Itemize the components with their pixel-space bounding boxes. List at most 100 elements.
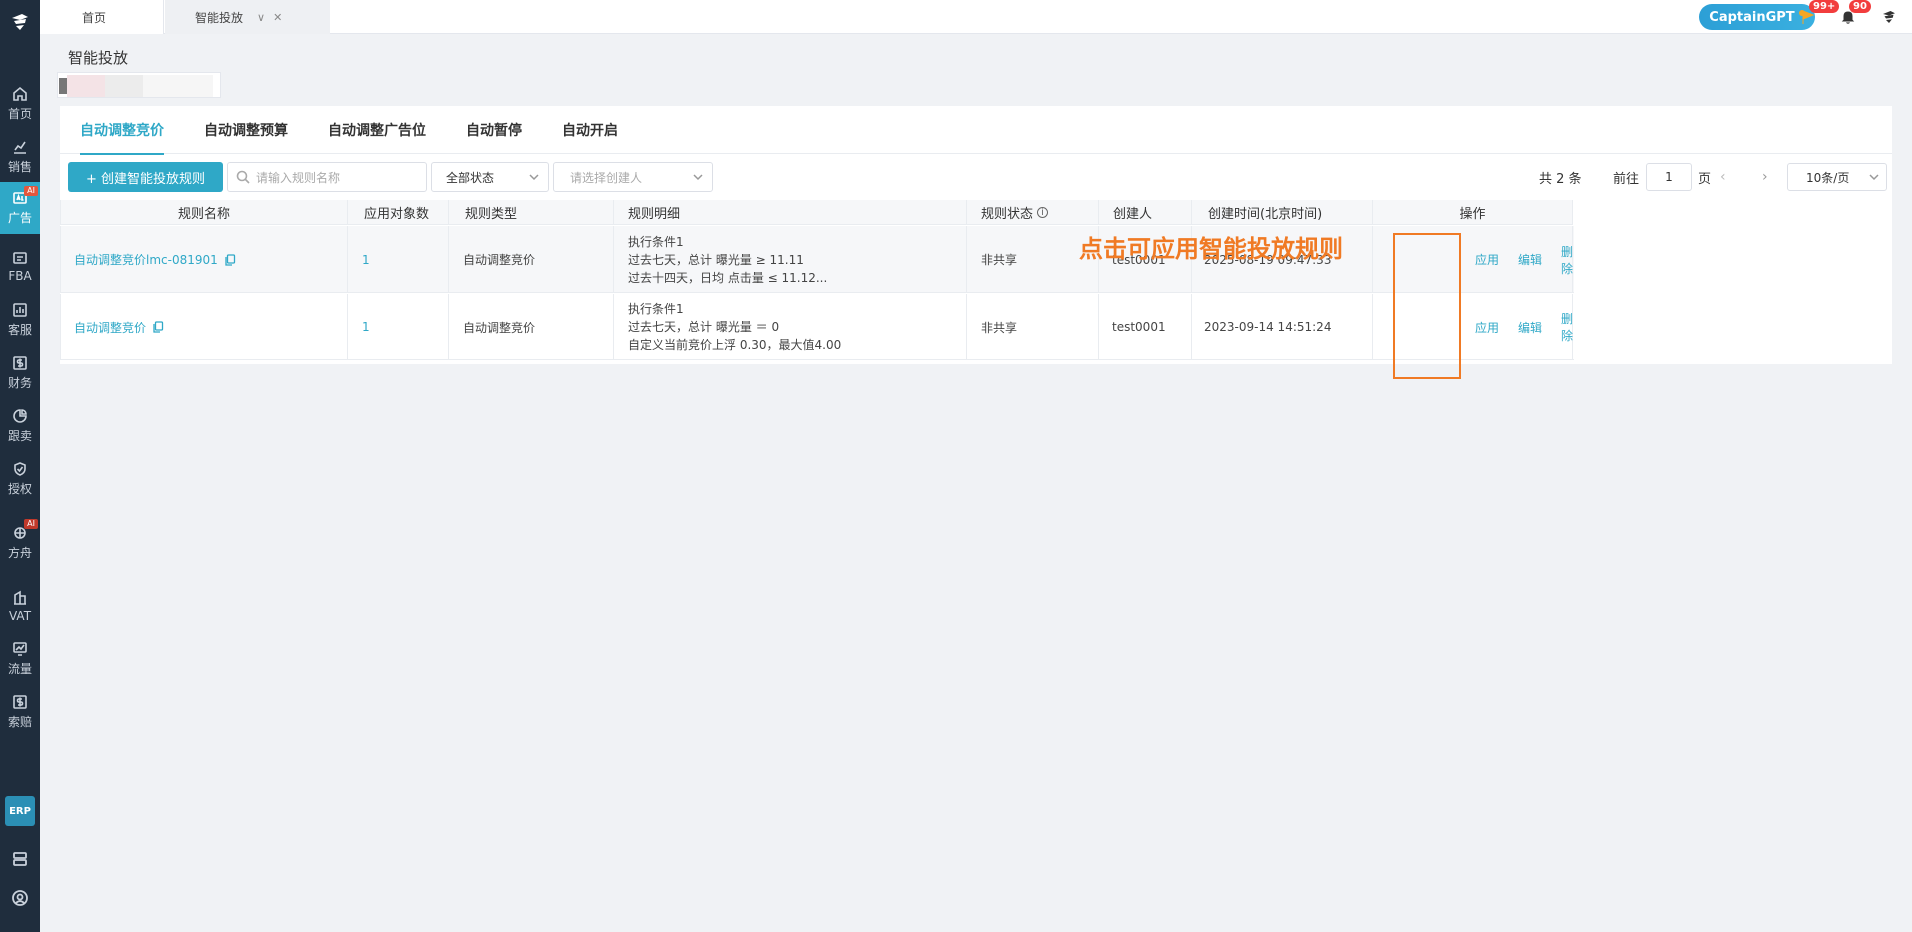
page-size-value: 10条/页 <box>1806 170 1850 185</box>
tab-auto-budget[interactable]: 自动调整预算 <box>204 106 288 154</box>
erp-button[interactable]: ERP <box>5 796 35 826</box>
create-rule-button[interactable]: + 创建智能投放规则 <box>68 162 223 192</box>
sidebar-item-sales[interactable]: 销售 <box>0 133 40 181</box>
copy-icon[interactable] <box>152 321 164 333</box>
captaingpt-label: CaptainGPT <box>1709 9 1795 25</box>
tab-label: 智能投放 <box>195 10 244 25</box>
created-time-cell: 2023-09-14 14:51:24 <box>1192 294 1373 360</box>
pager-page-input[interactable]: 1 <box>1646 163 1692 191</box>
header-label: 规则状态 <box>981 206 1034 222</box>
shield-icon <box>14 462 26 476</box>
tab-auto-bid[interactable]: 自动调整竞价 <box>80 106 164 155</box>
tab-auto-enable[interactable]: 自动开启 <box>562 106 618 154</box>
status-select[interactable]: 全部状态 <box>431 162 549 192</box>
header-created-time: 创建时间(北京时间) <box>1192 200 1373 225</box>
user-avatar-icon[interactable] <box>1878 6 1900 28</box>
chevron-down-icon <box>529 174 539 181</box>
bell-badge: 90 <box>1849 0 1871 13</box>
table-row: 自动调整竞价lmc-081901 1 自动调整竞价 执行条件1 过去七天，总计 … <box>60 226 1574 293</box>
header-actions: 操作 <box>1373 200 1573 225</box>
tab-auto-placement[interactable]: 自动调整广告位 <box>328 106 426 154</box>
delete-button[interactable]: 删除 <box>1561 310 1573 344</box>
sidebar-item-label: 客服 <box>7 323 32 337</box>
header-rule-status: 规则状态 i <box>967 200 1099 225</box>
status-value: 全部状态 <box>446 170 495 185</box>
tab-home[interactable]: 首页 <box>40 0 164 34</box>
delete-button[interactable]: 删除 <box>1561 243 1573 277</box>
edit-button[interactable]: 编辑 <box>1518 251 1542 268</box>
rule-name-cell: 自动调整竞价 <box>60 294 348 360</box>
store-icon[interactable] <box>10 849 30 869</box>
tab-auto-pause[interactable]: 自动暂停 <box>466 106 522 154</box>
table-row: 自动调整竞价 1 自动调整竞价 执行条件1 过去七天，总计 曝光量 ＝ 0 自定… <box>60 294 1574 360</box>
header-object-count: 应用对象数 <box>348 200 449 225</box>
tab-label: 首页 <box>82 10 107 25</box>
rule-detail-cell: 执行条件1 过去七天，总计 曝光量 ≥ 11.11 过去十四天，日均 点击量 ≤… <box>614 226 967 293</box>
info-icon[interactable]: i <box>1037 206 1049 218</box>
sidebar-item-label: 跟卖 <box>7 429 32 443</box>
next-page-icon[interactable]: › <box>1762 162 1768 192</box>
sidebar-item-label: 广告 <box>7 211 32 225</box>
home-icon <box>13 86 27 101</box>
tab-smart-delivery[interactable]: 智能投放 ∨ ✕ <box>165 0 330 34</box>
chevron-down-icon <box>693 174 703 181</box>
sidebar-item-service[interactable]: 客服 <box>0 296 40 344</box>
ai-badge: AI <box>24 519 38 529</box>
sidebar-item-claim[interactable]: 索赔 <box>0 688 40 736</box>
shop-selector[interactable] <box>57 72 221 98</box>
close-icon[interactable]: ✕ <box>273 11 282 24</box>
sidebar-item-fba[interactable]: FBA <box>0 242 40 290</box>
detail-line: 执行条件1 <box>628 234 684 249</box>
user-circle-icon[interactable] <box>10 888 30 908</box>
box-icon <box>13 251 27 264</box>
flag-icon[interactable]: 99+ <box>1797 0 1840 28</box>
chevron-down-icon[interactable]: ∨ <box>257 11 265 24</box>
detail-line: 过去七天，总计 曝光量 ≥ 11.11 <box>628 252 804 267</box>
sidebar-item-vat[interactable]: VAT <box>0 582 40 630</box>
rule-type-cell: 自动调整竞价 <box>449 226 614 293</box>
detail-line: 过去七天，总计 曝光量 ＝ 0 <box>628 320 780 334</box>
sidebar-item-label: 流量 <box>7 662 32 676</box>
copy-icon[interactable] <box>224 253 236 266</box>
sidebar-item-home[interactable]: 首页 <box>0 80 40 128</box>
app-logo[interactable] <box>0 0 40 44</box>
header-rule-name: 规则名称 <box>60 200 348 225</box>
object-count-link[interactable]: 1 <box>362 320 370 334</box>
bell-icon[interactable]: 90 <box>1837 0 1871 28</box>
sidebar-item-traffic[interactable]: 流量 <box>0 635 40 683</box>
sidebar-item-auth[interactable]: 授权 <box>0 455 40 503</box>
sidebar-item-label: 财务 <box>7 376 32 390</box>
chart-icon <box>14 141 26 154</box>
rule-name-link[interactable]: 自动调整竞价lmc-081901 <box>74 251 218 268</box>
header-rule-type: 规则类型 <box>449 200 614 225</box>
sidebar-item-ark[interactable]: AI 方舟 <box>0 515 40 571</box>
search-icon <box>236 170 250 184</box>
page-size-select[interactable]: 10条/页 <box>1787 163 1887 191</box>
rule-search-input[interactable]: 请输入规则名称 <box>227 162 427 192</box>
building-icon <box>14 590 26 605</box>
apply-button[interactable]: 应用 <box>1475 251 1499 268</box>
edit-button[interactable]: 编辑 <box>1518 319 1542 336</box>
sidebar: 首页 销售 AI 广告 FBA 客服 财务 跟卖 授权 AI 方舟 VAT 流量 <box>0 0 40 932</box>
rule-detail-cell: 执行条件1 过去七天，总计 曝光量 ＝ 0 自定义当前竞价上浮 0.30，最大值… <box>614 294 967 360</box>
sidebar-item-finance[interactable]: 财务 <box>0 349 40 397</box>
object-count-link[interactable]: 1 <box>362 253 370 267</box>
prev-page-icon[interactable]: ‹ <box>1720 162 1726 192</box>
sidebar-item-follow[interactable]: 跟卖 <box>0 402 40 450</box>
shop-tag <box>105 75 143 97</box>
flag-badge: 99+ <box>1809 0 1840 13</box>
annotation-text: 点击可应用智能投放规则 <box>1079 235 1343 263</box>
header-creator: 创建人 <box>1099 200 1192 225</box>
pager-page-unit: 页 <box>1698 171 1712 187</box>
rule-name-link[interactable]: 自动调整竞价 <box>74 319 146 336</box>
creator-cell: test0001 <box>1099 294 1192 360</box>
logo-icon <box>12 14 28 30</box>
claim-icon <box>13 695 27 709</box>
sidebar-item-ads[interactable]: AI 广告 <box>0 182 40 234</box>
chevron-down-icon <box>1869 174 1879 181</box>
sidebar-item-label: 索赔 <box>7 715 32 729</box>
finance-icon <box>13 356 27 370</box>
rule-status-cell: 非共享 <box>967 294 1099 360</box>
creator-select[interactable]: 请选择创建人 <box>553 162 713 192</box>
apply-button[interactable]: 应用 <box>1475 319 1499 336</box>
